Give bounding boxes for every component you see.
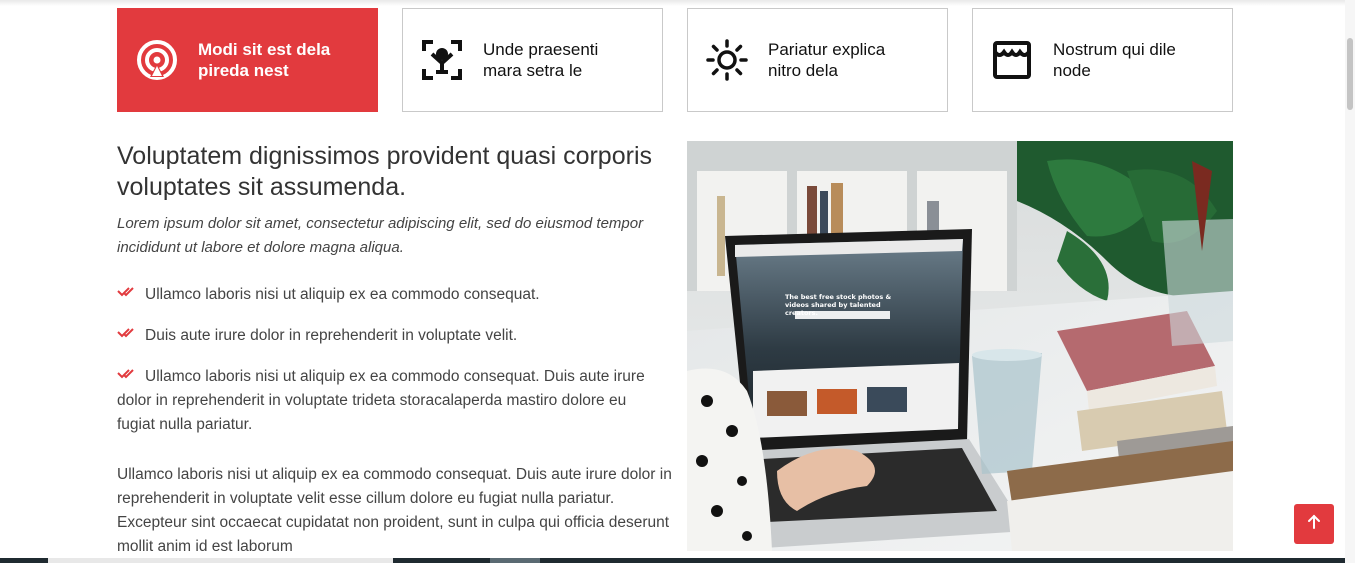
broadcast-icon: [136, 39, 178, 81]
double-check-icon: [117, 366, 137, 390]
back-to-top-button[interactable]: [1294, 504, 1334, 544]
laptop-photo: The best free stock photos & videos share…: [687, 141, 1233, 551]
list-item-text: Duis aute irure dolor in reprehenderit i…: [145, 327, 518, 344]
double-check-icon: [117, 325, 137, 349]
list-item-text: Ullamco laboris nisi ut aliquip ex ea co…: [117, 368, 645, 433]
feature-box-3[interactable]: Pariatur explica nitro dela: [687, 8, 948, 112]
feature-box-4[interactable]: Nostrum qui dile node: [972, 8, 1233, 112]
arrow-up-icon: [1306, 514, 1322, 535]
sun-icon: [706, 39, 748, 81]
list-item: Ullamco laboris nisi ut aliquip ex ea co…: [117, 283, 667, 307]
section-heading: Voluptatem dignissimos provident quasi c…: [117, 142, 652, 201]
feature-label: Nostrum qui dile node: [1053, 40, 1176, 80]
feature-box-2[interactable]: Unde praesenti mara setra le: [402, 8, 663, 112]
feature-row: Modi sit est dela pireda nest Unde praes…: [117, 8, 1233, 112]
list-item: Duis aute irure dolor in reprehenderit i…: [117, 324, 667, 348]
header-shadow: [0, 0, 1345, 6]
store-icon: [991, 39, 1033, 81]
lead-text: Lorem ipsum dolor sit amet, consectetur …: [117, 215, 644, 256]
footer-edge: [0, 558, 1345, 563]
face-scan-icon: [421, 39, 463, 81]
feature-label: Modi sit est dela pireda nest: [198, 40, 331, 80]
feature-label: Pariatur explica nitro dela: [768, 40, 886, 80]
feature-box-1[interactable]: Modi sit est dela pireda nest: [117, 8, 378, 112]
double-check-icon: [117, 284, 137, 308]
feature-label: Unde praesenti mara setra le: [483, 40, 599, 80]
checklist: Ullamco laboris nisi ut aliquip ex ea co…: [117, 283, 667, 437]
scrollbar-thumb[interactable]: [1347, 38, 1353, 110]
list-item-text: Ullamco laboris nisi ut aliquip ex ea co…: [145, 286, 540, 303]
list-item: Ullamco laboris nisi ut aliquip ex ea co…: [117, 365, 667, 437]
body-paragraph: Ullamco laboris nisi ut aliquip ex ea co…: [117, 466, 672, 555]
page-scrollbar[interactable]: [1345, 0, 1355, 563]
